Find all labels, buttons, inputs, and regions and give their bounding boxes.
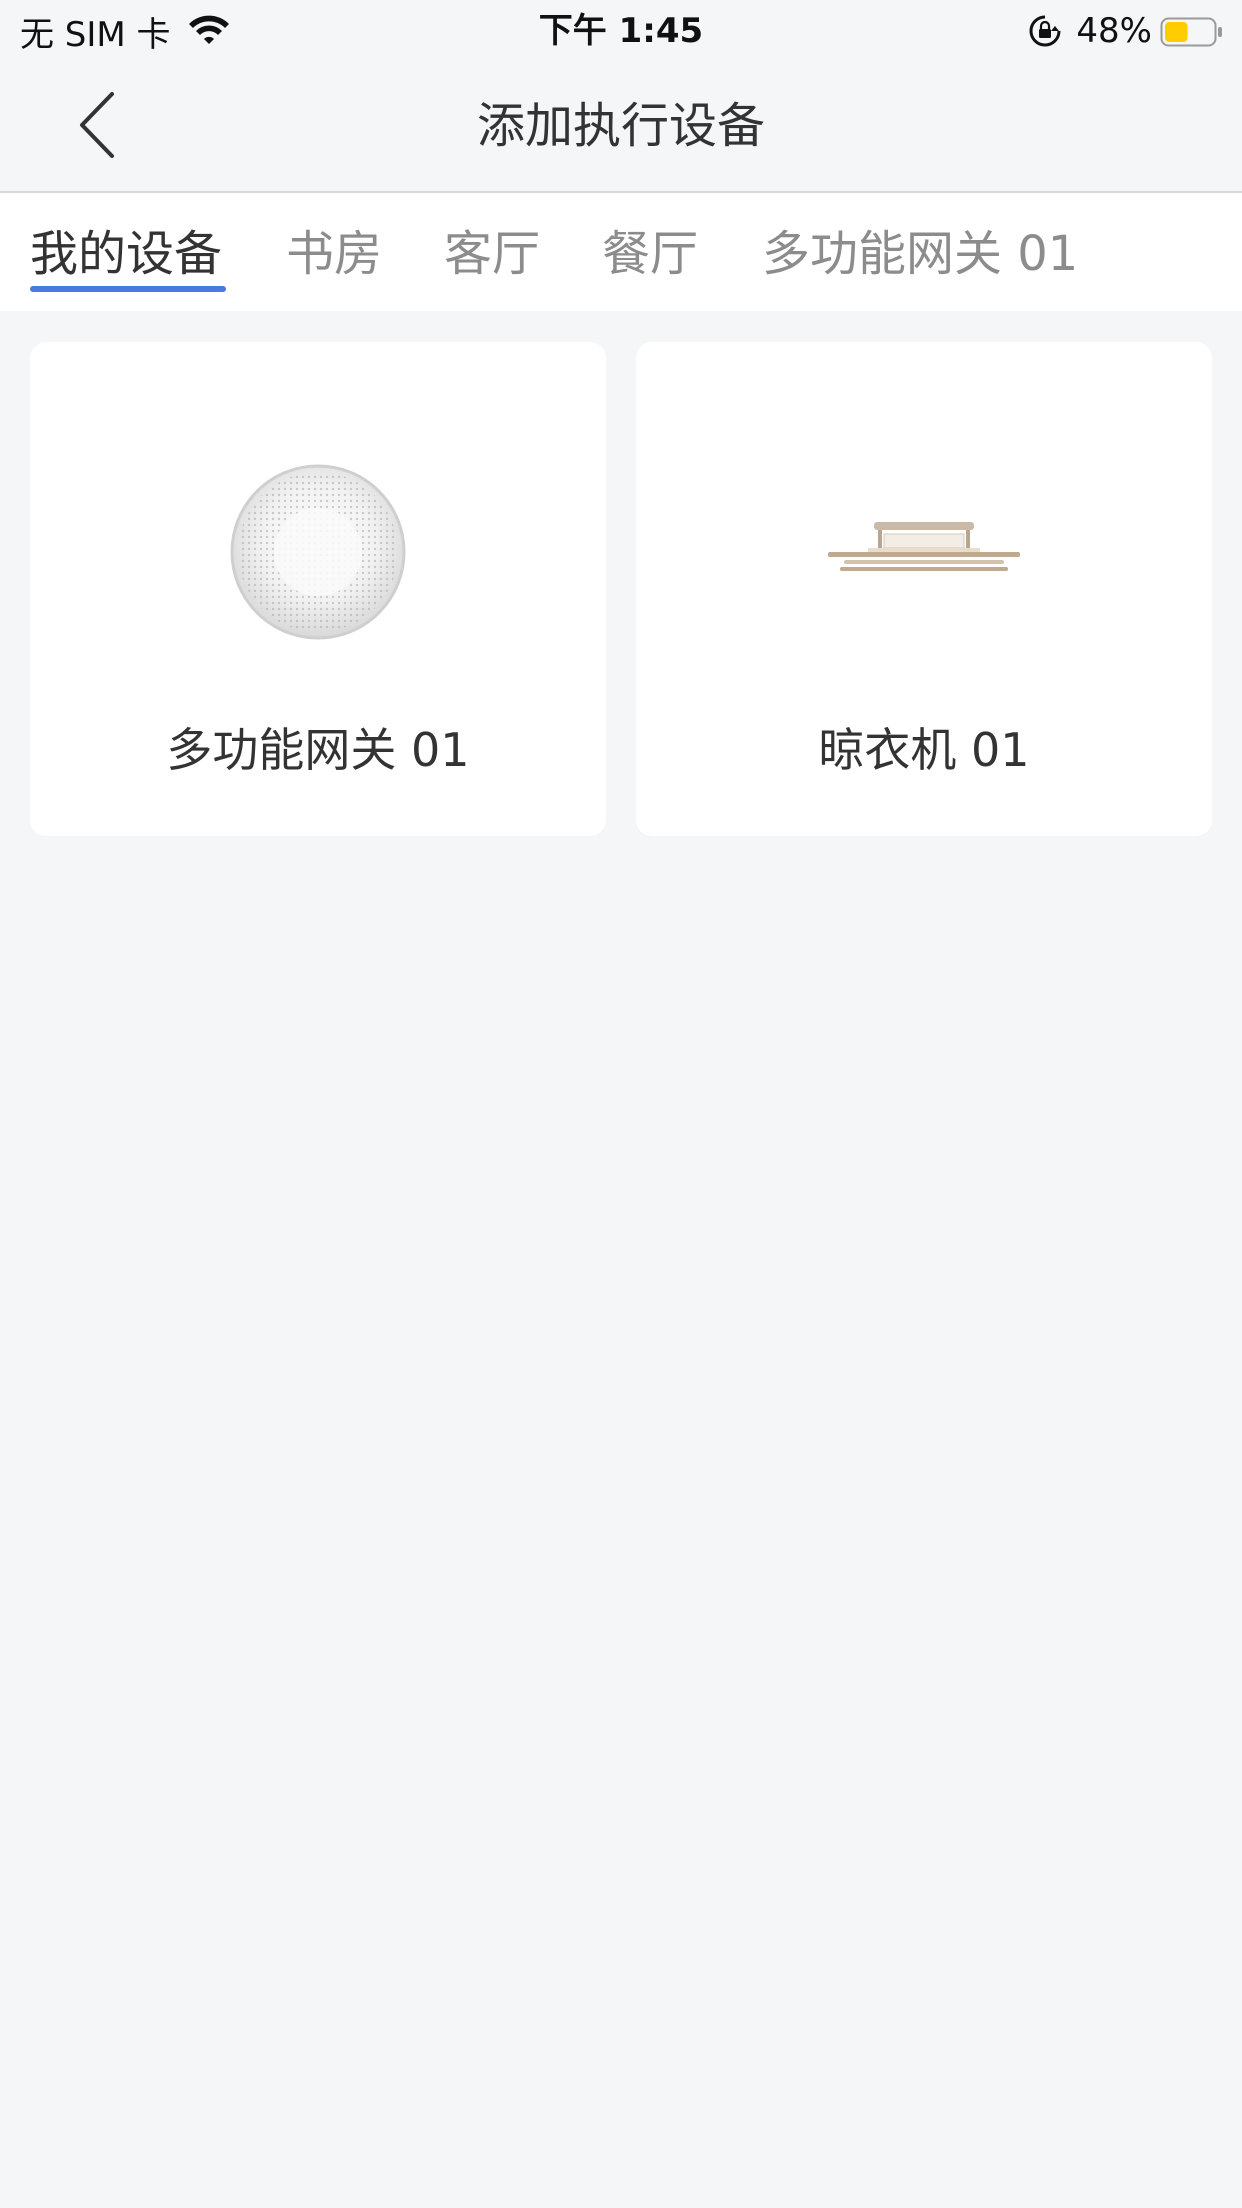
status-bar: 无 SIM 卡 下午 1:45 48% <box>0 0 1242 62</box>
battery-percent: 48% <box>1076 11 1152 51</box>
tab-gateway[interactable]: 多功能网关 01 <box>762 223 1078 285</box>
tab-my-devices[interactable]: 我的设备 <box>30 223 222 285</box>
page-title: 添加执行设备 <box>476 98 765 154</box>
device-name: 多功能网关 01 <box>166 723 470 777</box>
orientation-lock-icon <box>1028 14 1062 48</box>
device-card-clothes-dryer[interactable]: 晾衣机 01 <box>636 342 1212 836</box>
device-card-gateway[interactable]: 多功能网关 01 <box>30 342 606 836</box>
clothes-dryer-rack-icon <box>824 452 1024 652</box>
tab-dining-room[interactable]: 餐厅 <box>602 223 698 285</box>
battery-icon <box>1160 16 1224 47</box>
active-tab-indicator <box>30 286 226 292</box>
status-right: 48% <box>1028 8 1224 54</box>
chevron-left-icon <box>76 90 116 164</box>
device-name: 晾衣机 01 <box>818 723 1030 777</box>
tab-living-room[interactable]: 客厅 <box>444 223 540 285</box>
back-button[interactable] <box>56 87 136 167</box>
tab-study[interactable]: 书房 <box>286 223 382 285</box>
navigation-bar: 添加执行设备 <box>0 62 1242 193</box>
gateway-device-icon <box>218 452 418 652</box>
room-tabs: 我的设备 书房 客厅 餐厅 多功能网关 01 <box>0 193 1242 311</box>
